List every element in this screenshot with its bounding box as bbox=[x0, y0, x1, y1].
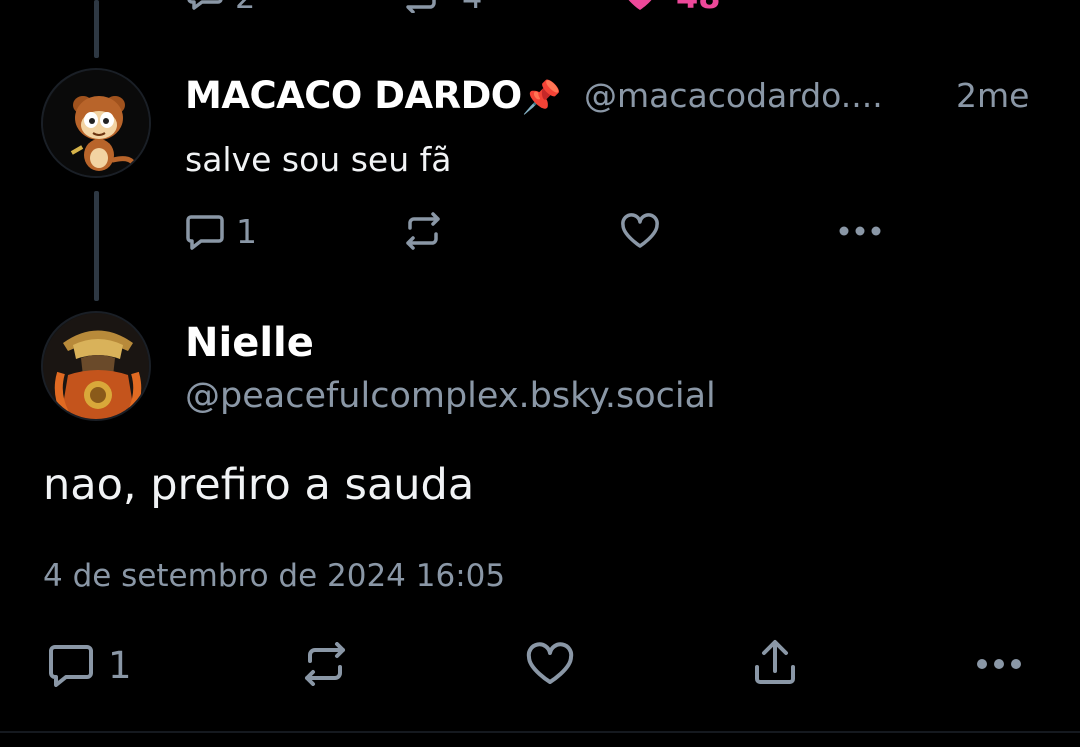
main-post-text: nao, prefiro a sauda bbox=[43, 460, 475, 510]
repost-icon[interactable] bbox=[400, 0, 444, 13]
avatar-nielle[interactable] bbox=[41, 311, 151, 421]
thread-line-middle bbox=[94, 191, 99, 301]
like-icon[interactable] bbox=[618, 0, 662, 10]
reply-time[interactable]: 2me bbox=[956, 76, 1029, 115]
repost-count: 4 bbox=[462, 0, 482, 16]
reply-handle[interactable]: @macacodardo.... bbox=[584, 76, 883, 115]
reply-text: salve sou seu fã bbox=[185, 140, 452, 179]
reply-icon[interactable] bbox=[185, 0, 225, 10]
main-handle[interactable]: @peacefulcomplex.bsky.social bbox=[185, 376, 716, 416]
like-icon[interactable] bbox=[524, 640, 576, 688]
main-post-timestamp: 4 de setembro de 2024 16:05 bbox=[43, 558, 506, 594]
reply-display-name: MACACO DARDO bbox=[185, 74, 522, 117]
thread-line-top bbox=[94, 0, 99, 58]
repost-icon[interactable] bbox=[299, 640, 351, 688]
bottom-divider bbox=[0, 731, 1080, 733]
reply-author-name[interactable]: MACACO DARDO📌 bbox=[185, 74, 562, 117]
repost-icon[interactable] bbox=[400, 211, 446, 251]
pin-emoji: 📌 bbox=[521, 78, 562, 116]
main-display-name[interactable]: Nielle bbox=[185, 320, 314, 366]
more-icon[interactable] bbox=[973, 650, 1025, 678]
reply-icon[interactable] bbox=[45, 642, 97, 688]
reply-count: 2 bbox=[235, 0, 255, 16]
reply-icon[interactable] bbox=[183, 212, 227, 252]
reply-reply-count: 1 bbox=[236, 212, 257, 251]
main-reply-count: 1 bbox=[108, 644, 132, 687]
like-icon[interactable] bbox=[617, 210, 663, 252]
avatar-macaco-dardo[interactable] bbox=[41, 68, 151, 178]
like-count: 48 bbox=[676, 0, 721, 16]
more-icon[interactable] bbox=[835, 218, 885, 244]
share-icon[interactable] bbox=[750, 638, 800, 688]
